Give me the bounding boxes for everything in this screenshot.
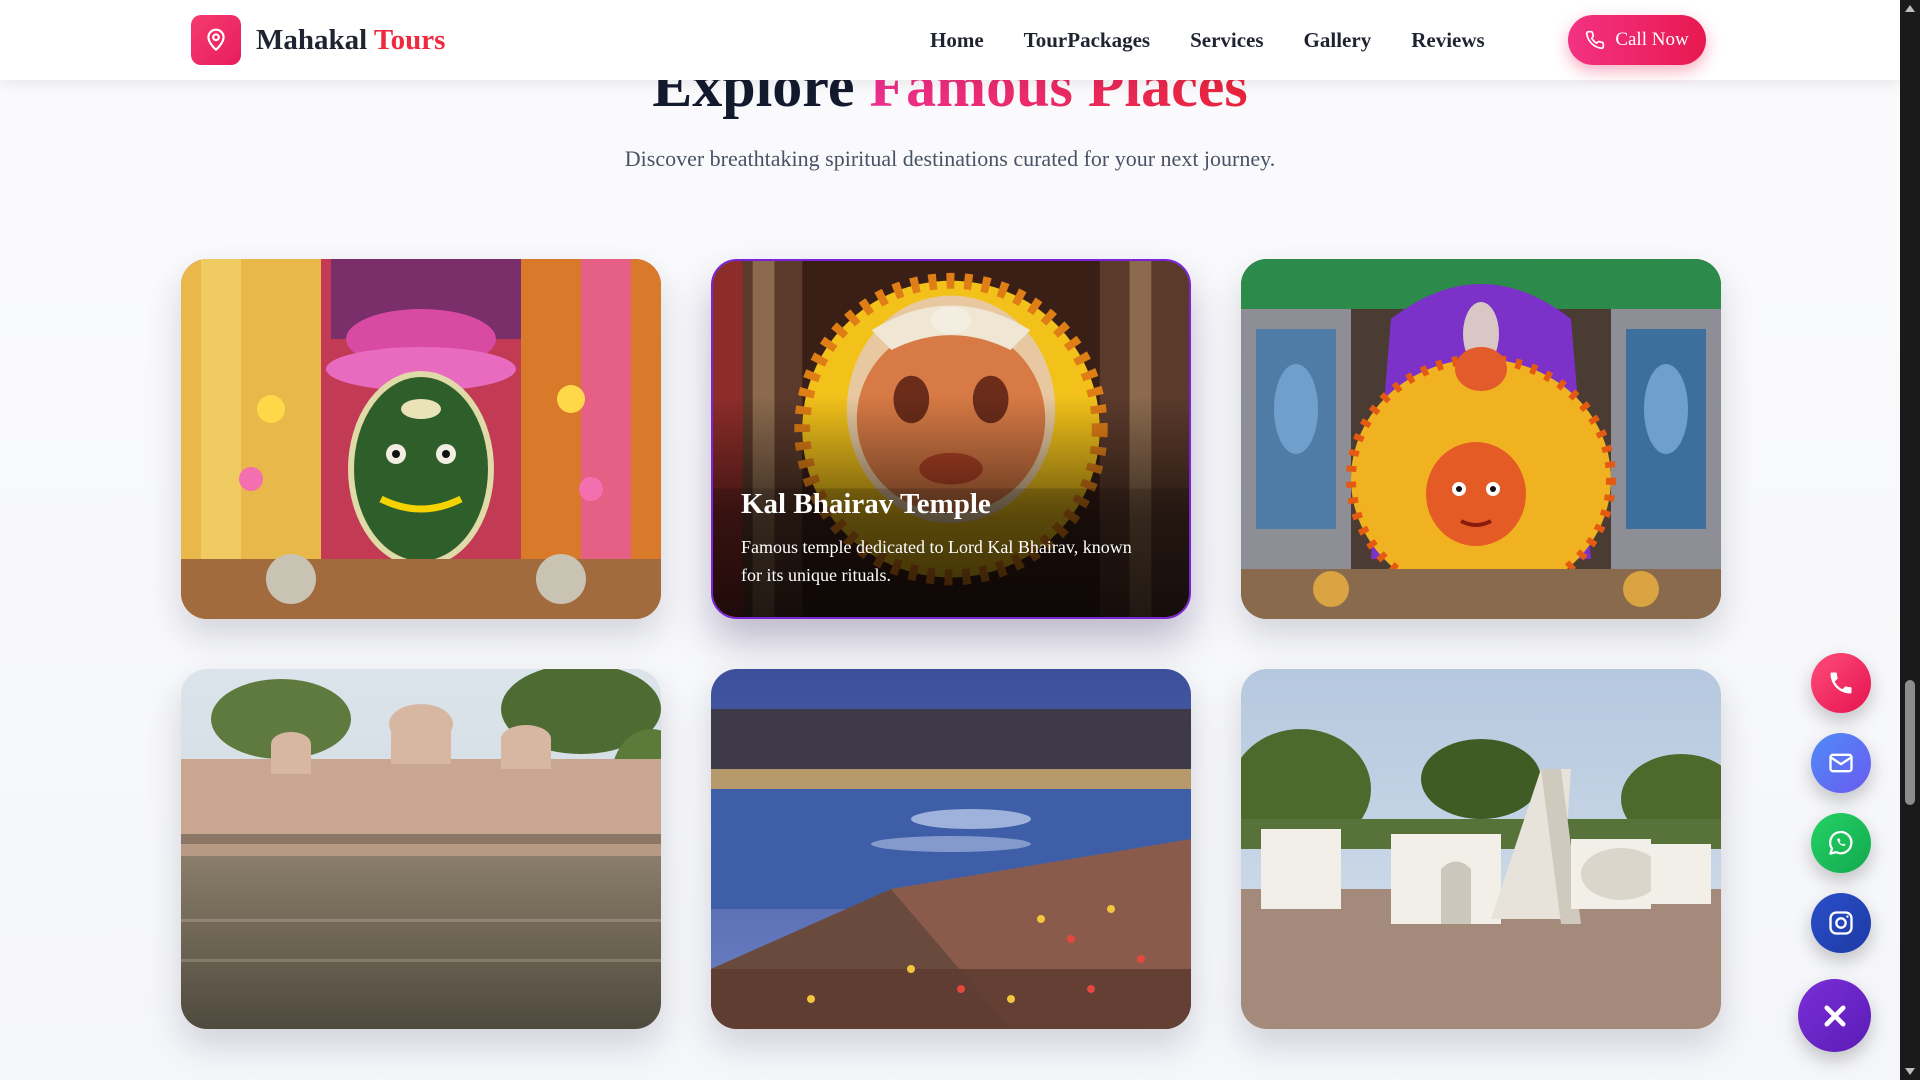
- call-now-button[interactable]: Call Now: [1568, 15, 1706, 65]
- instagram-icon: [1829, 911, 1853, 935]
- card-description: Famous temple dedicated to Lord Kal Bhai…: [741, 537, 1132, 585]
- scrollbar-thumb[interactable]: [1905, 680, 1915, 805]
- place-card-1[interactable]: [181, 259, 661, 619]
- idol-shiva-photo: [181, 259, 661, 619]
- card-caption: [1269, 579, 1671, 591]
- floating-phone-button[interactable]: [1811, 653, 1871, 713]
- top-navbar: Mahakal Tours Home TourPackages Services…: [0, 0, 1900, 80]
- card-caption: [209, 989, 611, 1001]
- nav-home[interactable]: Home: [930, 24, 984, 56]
- card-caption: [209, 579, 611, 591]
- observatory-photo: [1241, 669, 1721, 1029]
- call-now-label: Call Now: [1615, 29, 1689, 50]
- floating-whatsapp-button[interactable]: [1811, 813, 1871, 873]
- places-grid: Kal Bhairav Temple Famous temple dedicat…: [181, 259, 1722, 1029]
- mail-icon: [1829, 753, 1853, 773]
- crowd-ghat-photo: [711, 669, 1191, 1029]
- idol-goddess-photo: [1241, 259, 1721, 619]
- section-subtitle: Discover breathtaking spiritual destinat…: [624, 146, 1276, 171]
- place-card-4[interactable]: [181, 669, 661, 1029]
- brand-name: Mahakal: [256, 24, 368, 56]
- place-card-5[interactable]: [711, 669, 1191, 1029]
- brand-accent: Tours: [373, 24, 446, 56]
- floating-instagram-button[interactable]: [1811, 893, 1871, 953]
- map-pin-icon: [207, 28, 225, 51]
- nav-tour-packages[interactable]: TourPackages: [1024, 24, 1150, 56]
- card-caption: [1269, 989, 1671, 1001]
- place-card-3[interactable]: [1241, 259, 1721, 619]
- famous-places-section: Explore Famous Places Discover breathtak…: [0, 0, 1900, 1080]
- river-ghat-photo: [181, 669, 661, 1029]
- whatsapp-icon: [1829, 830, 1853, 855]
- brand-logo-text[interactable]: Mahakal Tours: [256, 20, 445, 60]
- phone-icon: [1830, 672, 1852, 694]
- place-card-6[interactable]: [1241, 669, 1721, 1029]
- scroll-down-arrow-icon[interactable]: [1905, 1068, 1915, 1075]
- nav-gallery[interactable]: Gallery: [1304, 24, 1372, 56]
- scroll-up-arrow-icon[interactable]: [1905, 5, 1915, 12]
- logo-badge[interactable]: [191, 15, 241, 65]
- card-title: Kal Bhairav Temple: [741, 488, 991, 520]
- phone-icon: [1586, 30, 1605, 50]
- page-scrollbar[interactable]: [1900, 0, 1920, 1080]
- floating-close-button[interactable]: [1798, 979, 1871, 1052]
- nav-services[interactable]: Services: [1190, 24, 1263, 56]
- nav-reviews[interactable]: Reviews: [1411, 24, 1484, 56]
- nav-links: Home TourPackages Services Gallery Revie…: [930, 24, 1525, 56]
- card-caption: Kal Bhairav Temple Famous temple dedicat…: [741, 487, 1139, 589]
- place-card-kal-bhairav[interactable]: Kal Bhairav Temple Famous temple dedicat…: [711, 259, 1191, 619]
- floating-mail-button[interactable]: [1811, 733, 1871, 793]
- card-caption: [739, 989, 1141, 1001]
- close-icon: [1824, 1005, 1845, 1026]
